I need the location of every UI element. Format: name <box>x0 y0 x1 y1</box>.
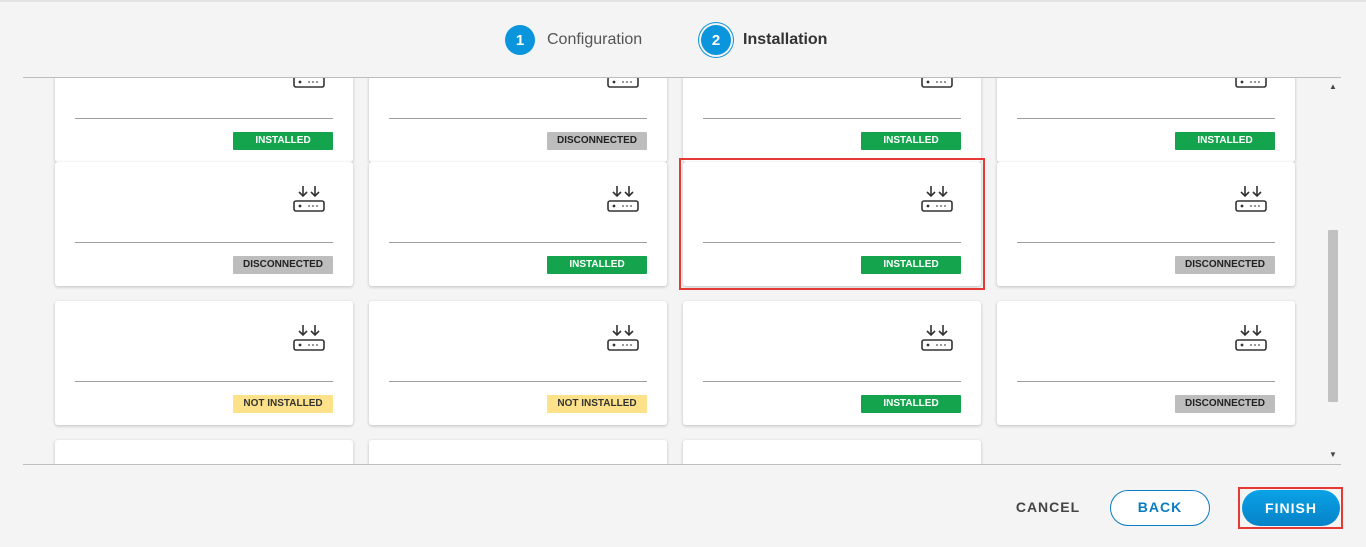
gateway-card[interactable] <box>683 440 981 464</box>
gateway-card[interactable]: DISCONNECTED <box>369 78 667 162</box>
gateway-download-icon <box>1233 184 1269 216</box>
card-divider <box>75 381 333 382</box>
selected-card-highlight <box>679 158 985 290</box>
step-installation[interactable]: 2 Installation <box>701 24 827 56</box>
gateway-card[interactable]: NOT INSTALLED <box>55 301 353 425</box>
status-badge: NOT INSTALLED <box>547 395 647 413</box>
step-number: 2 <box>701 25 731 55</box>
gateway-card[interactable]: INSTALLED <box>369 162 667 286</box>
card-divider <box>703 381 961 382</box>
gateway-download-icon <box>291 323 327 355</box>
card-divider <box>389 242 647 243</box>
content-bottom-divider <box>23 464 1341 465</box>
scroll-thumb[interactable] <box>1328 230 1338 402</box>
card-divider <box>75 242 333 243</box>
step-configuration[interactable]: 1 Configuration <box>505 24 642 56</box>
gateway-download-icon <box>605 184 641 216</box>
gateway-download-icon <box>1233 323 1269 355</box>
gateway-download-icon <box>1233 78 1269 92</box>
gateway-name <box>389 192 569 206</box>
gateway-card[interactable] <box>55 440 353 464</box>
gateway-card[interactable]: INSTALLED <box>683 78 981 162</box>
status-badge: INSTALLED <box>233 132 333 150</box>
gateway-card[interactable]: DISCONNECTED <box>55 162 353 286</box>
gateway-card-grid: INSTALLED DISCONNECTED INSTALLED INSTALLED D… <box>23 78 1341 464</box>
status-badge: INSTALLED <box>547 256 647 274</box>
status-badge: INSTALLED <box>1175 132 1275 150</box>
gateway-card[interactable]: INSTALLED <box>997 78 1295 162</box>
gateway-card[interactable] <box>369 440 667 464</box>
status-badge: INSTALLED <box>861 395 961 413</box>
gateway-download-icon <box>291 78 327 92</box>
gateway-name <box>703 78 883 82</box>
status-badge: DISCONNECTED <box>1174 395 1275 413</box>
gateway-name <box>75 192 255 206</box>
card-divider <box>75 118 333 119</box>
gateway-name <box>75 78 255 82</box>
gateway-card[interactable]: INSTALLED <box>55 78 353 162</box>
gateway-download-icon <box>919 78 955 92</box>
gateway-name <box>1017 192 1197 206</box>
cancel-button[interactable]: CANCEL <box>1010 492 1086 522</box>
step-label: Configuration <box>547 31 643 48</box>
finish-button[interactable]: FINISH <box>1242 490 1340 526</box>
scroll-down-arrow-icon[interactable]: ▼ <box>1328 450 1338 460</box>
status-badge: NOT INSTALLED <box>233 395 333 413</box>
card-divider <box>1017 381 1275 382</box>
gateway-download-icon <box>291 184 327 216</box>
gateway-name <box>703 331 883 345</box>
gateway-download-icon <box>919 323 955 355</box>
card-divider <box>703 118 961 119</box>
card-divider <box>1017 118 1275 119</box>
gateway-card[interactable]: INSTALLED <box>683 301 981 425</box>
step-label: Installation <box>743 31 828 48</box>
gateway-card[interactable]: NOT INSTALLED <box>369 301 667 425</box>
gateway-card[interactable]: DISCONNECTED <box>997 301 1295 425</box>
gateway-card[interactable]: DISCONNECTED <box>997 162 1295 286</box>
card-divider <box>389 118 647 119</box>
scroll-up-arrow-icon[interactable]: ▲ <box>1328 82 1338 92</box>
wizard-stepper: 1 Configuration 2 Installation <box>0 0 1366 78</box>
status-badge: DISCONNECTED <box>1174 256 1275 274</box>
back-button[interactable]: BACK <box>1110 490 1210 526</box>
gateway-name <box>1017 78 1197 82</box>
card-divider <box>1017 242 1275 243</box>
gateway-name <box>75 331 255 345</box>
gateway-download-icon <box>605 323 641 355</box>
vertical-scrollbar[interactable]: ▲ ▼ <box>1325 78 1341 464</box>
gateway-name <box>1017 331 1197 345</box>
gateway-name <box>389 78 569 82</box>
status-badge: DISCONNECTED <box>546 132 647 150</box>
gateway-download-icon <box>605 78 641 92</box>
step-number: 1 <box>505 25 535 55</box>
card-divider <box>389 381 647 382</box>
status-badge: DISCONNECTED <box>232 256 333 274</box>
status-badge: INSTALLED <box>861 132 961 150</box>
gateway-name <box>389 331 569 345</box>
